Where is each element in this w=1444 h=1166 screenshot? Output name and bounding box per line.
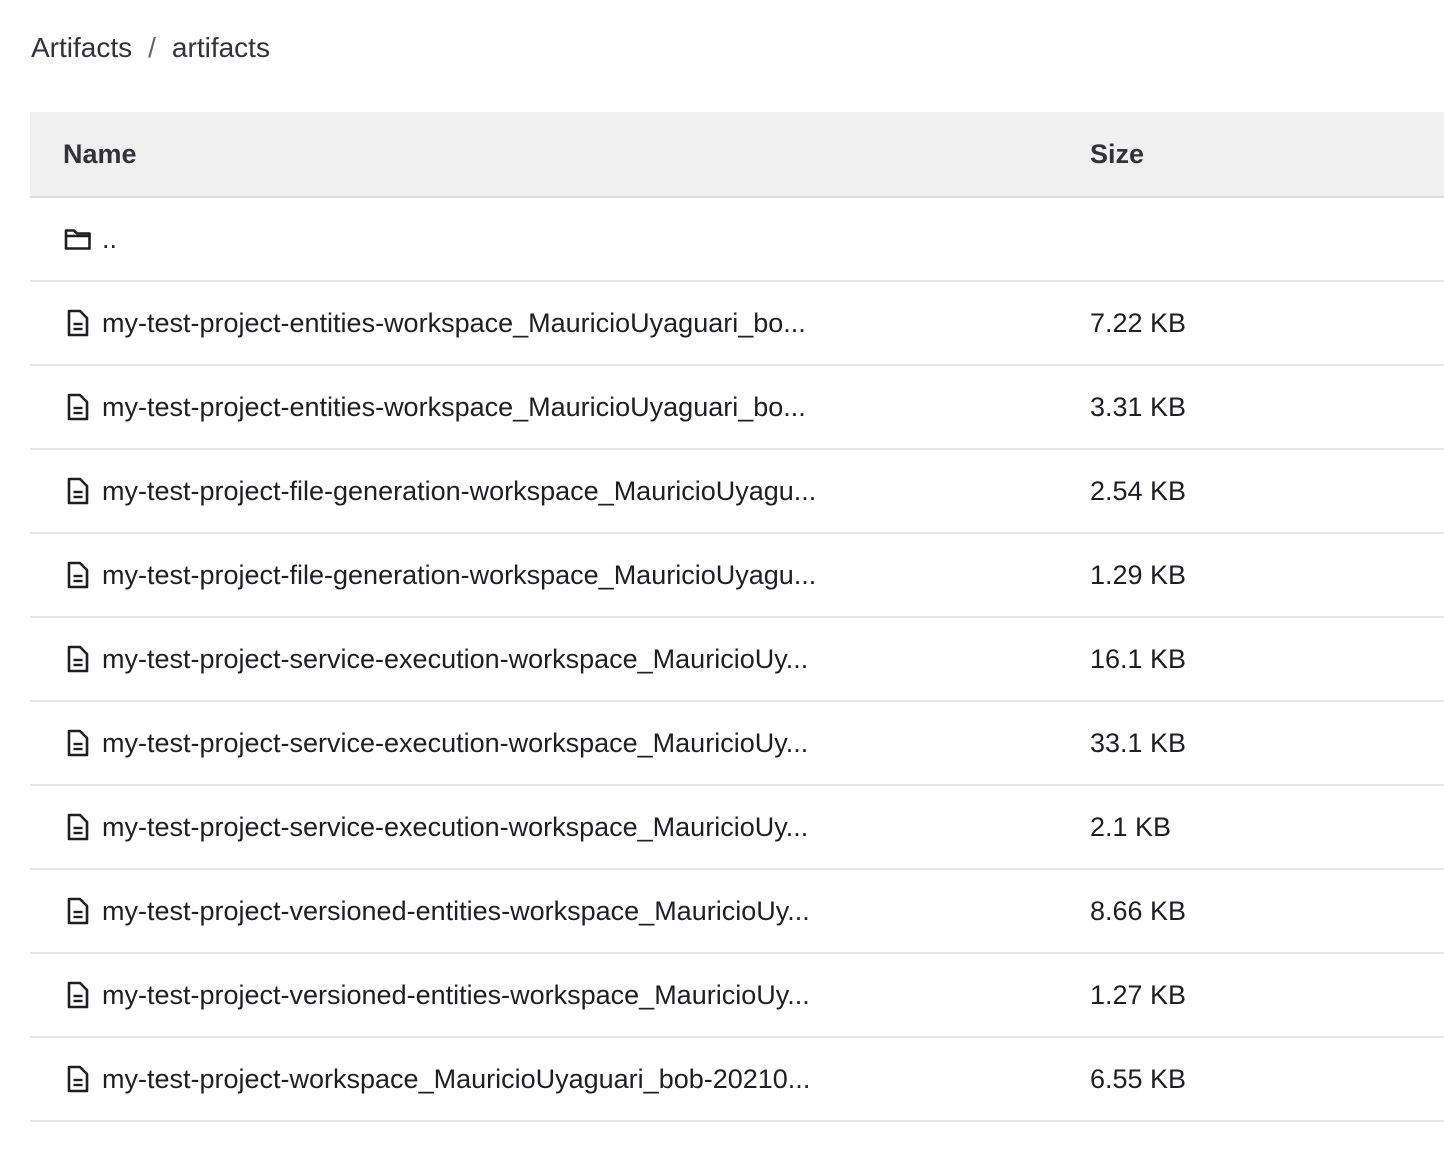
file-name-cell: my-test-project-service-execution-worksp… xyxy=(63,786,808,868)
file-icon xyxy=(63,896,93,926)
file-row[interactable]: my-test-project-versioned-entities-works… xyxy=(30,870,1444,954)
file-size: 16.1 KB xyxy=(1090,643,1187,674)
file-name-cell: my-test-project-entities-workspace_Mauri… xyxy=(63,282,806,364)
file-name-cell: my-test-project-versioned-entities-works… xyxy=(63,954,810,1036)
parent-directory-cell: .. xyxy=(63,198,117,280)
file-icon xyxy=(63,644,93,674)
file-name-cell: my-test-project-file-generation-workspac… xyxy=(63,450,816,532)
file-name-cell: my-test-project-versioned-entities-works… xyxy=(63,870,810,952)
file-name-link[interactable]: my-test-project-entities-workspace_Mauri… xyxy=(102,392,806,423)
file-row[interactable]: my-test-project-file-generation-workspac… xyxy=(30,534,1444,618)
file-name-cell: my-test-project-workspace_MauricioUyagua… xyxy=(63,1038,810,1120)
file-row[interactable]: my-test-project-workspace_MauricioUyagua… xyxy=(30,1038,1444,1122)
breadcrumb-separator: / xyxy=(148,32,156,63)
file-row[interactable]: my-test-project-service-execution-worksp… xyxy=(30,618,1444,702)
file-name-link[interactable]: my-test-project-versioned-entities-works… xyxy=(102,896,810,927)
file-size: 3.31 KB xyxy=(1090,391,1187,422)
file-row[interactable]: my-test-project-file-generation-workspac… xyxy=(30,450,1444,534)
folder-icon xyxy=(63,224,93,254)
parent-directory-link[interactable]: .. xyxy=(102,224,117,255)
file-row[interactable]: my-test-project-versioned-entities-works… xyxy=(30,954,1444,1038)
file-icon xyxy=(63,812,93,842)
file-name-cell: my-test-project-file-generation-workspac… xyxy=(63,534,816,616)
file-name-link[interactable]: my-test-project-workspace_MauricioUyagua… xyxy=(102,1064,810,1095)
file-name-link[interactable]: my-test-project-entities-workspace_Mauri… xyxy=(102,308,806,339)
file-row[interactable]: my-test-project-entities-workspace_Mauri… xyxy=(30,366,1444,450)
artifacts-table: Name Size .. my-test-project-entities-wo… xyxy=(30,112,1444,1122)
file-icon xyxy=(63,1064,93,1094)
file-size: 1.27 KB xyxy=(1090,979,1187,1010)
file-name-link[interactable]: my-test-project-service-execution-worksp… xyxy=(102,644,808,675)
file-icon xyxy=(63,476,93,506)
file-row[interactable]: my-test-project-service-execution-worksp… xyxy=(30,702,1444,786)
file-size: 2.54 KB xyxy=(1090,475,1187,506)
parent-directory-row[interactable]: .. xyxy=(30,198,1444,282)
file-name-link[interactable]: my-test-project-service-execution-worksp… xyxy=(102,812,808,843)
file-icon xyxy=(63,728,93,758)
file-name-cell: my-test-project-entities-workspace_Mauri… xyxy=(63,366,806,448)
name-column-header: Name xyxy=(63,138,137,169)
file-size: 6.55 KB xyxy=(1090,1063,1187,1094)
file-icon xyxy=(63,308,93,338)
file-name-link[interactable]: my-test-project-versioned-entities-works… xyxy=(102,980,810,1011)
file-name-link[interactable]: my-test-project-file-generation-workspac… xyxy=(102,560,816,591)
file-name-cell: my-test-project-service-execution-worksp… xyxy=(63,702,808,784)
breadcrumb: Artifacts / artifacts xyxy=(31,30,270,66)
file-size: 7.22 KB xyxy=(1090,307,1187,338)
breadcrumb-current-link[interactable]: artifacts xyxy=(172,32,270,64)
breadcrumb-artifacts-link[interactable]: Artifacts xyxy=(31,32,132,64)
file-icon xyxy=(63,980,93,1010)
file-size: 8.66 KB xyxy=(1090,895,1187,926)
file-size: 1.29 KB xyxy=(1090,559,1187,590)
file-size: 33.1 KB xyxy=(1090,727,1187,758)
file-row[interactable]: my-test-project-service-execution-worksp… xyxy=(30,786,1444,870)
file-name-cell: my-test-project-service-execution-worksp… xyxy=(63,618,808,700)
size-column-header: Size xyxy=(1090,138,1145,169)
file-row[interactable]: my-test-project-entities-workspace_Mauri… xyxy=(30,282,1444,366)
file-size: 2.1 KB xyxy=(1090,811,1172,842)
table-header-row: Name Size xyxy=(30,112,1444,198)
file-name-link[interactable]: my-test-project-service-execution-worksp… xyxy=(102,728,808,759)
file-icon xyxy=(63,560,93,590)
file-icon xyxy=(63,392,93,422)
file-name-link[interactable]: my-test-project-file-generation-workspac… xyxy=(102,476,816,507)
